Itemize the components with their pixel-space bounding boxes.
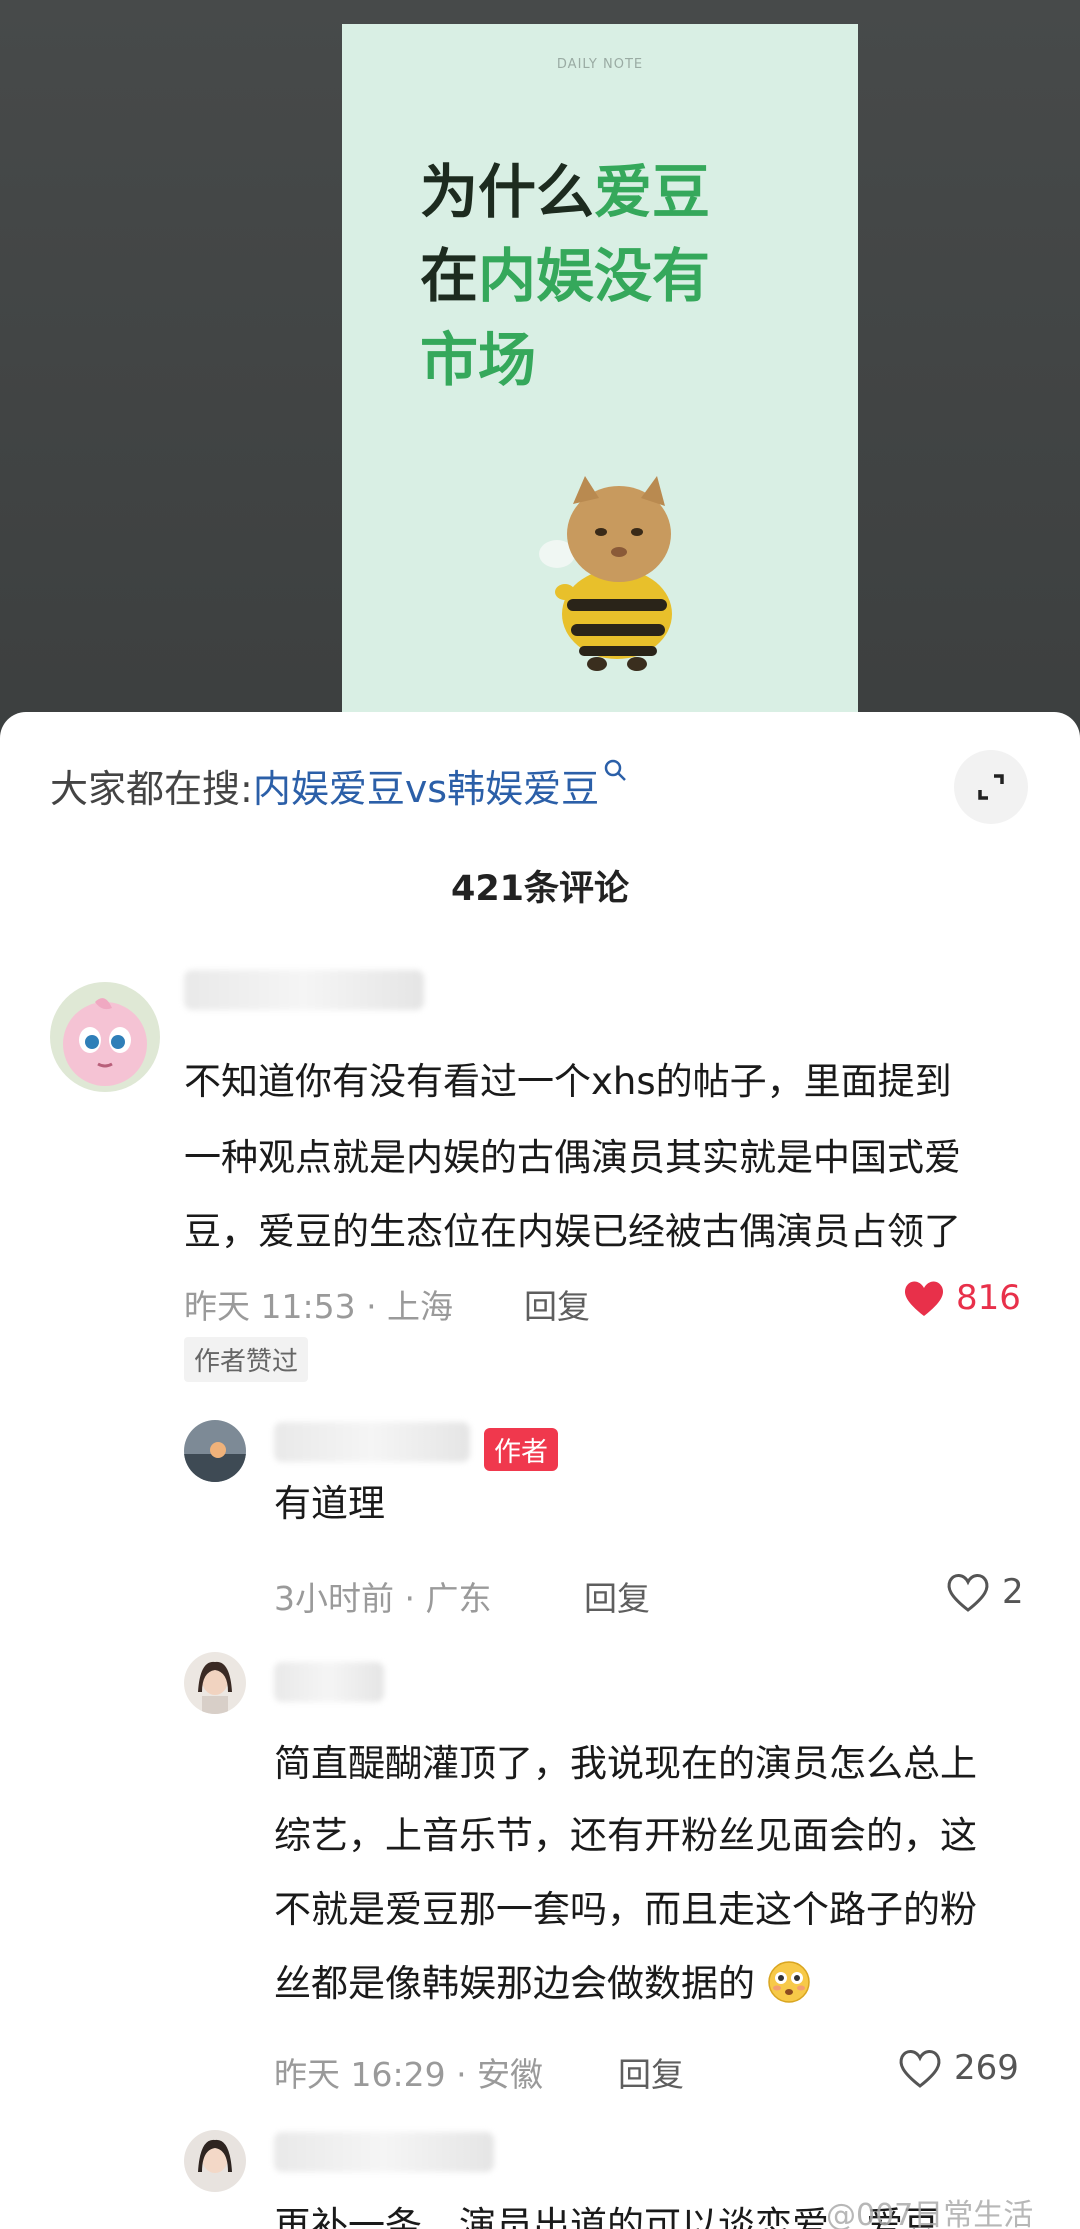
comment-text-line: 一种观点就是内娱的古偶演员其实就是中国式爱	[184, 1136, 961, 1179]
comment-text-line: 不知道你有没有看过一个xhs的帖子，里面提到	[184, 1060, 952, 1103]
like-count: 2	[1002, 1572, 1024, 1612]
avatar[interactable]	[184, 1420, 246, 1482]
avatar[interactable]	[50, 982, 160, 1092]
comments-sheet: 大家都在搜:内娱爱豆vs韩娱爱豆 421条评论 不知道你有没有看过一个xhs的帖…	[0, 712, 1080, 2229]
post-image-area: DAILY NOTE 为什么爱豆 在内娱没有 市场	[0, 0, 1080, 760]
comment-count: 421条评论	[450, 869, 630, 909]
comment-meta: 昨天 16:29 · 安徽	[274, 2055, 544, 2094]
reply-button[interactable]: 回复	[524, 1280, 590, 1328]
reply-button[interactable]: 回复	[618, 2048, 684, 2096]
like-count: 816	[956, 1278, 1021, 1318]
sunset-avatar-icon	[184, 1420, 246, 1482]
username-blurred[interactable]	[184, 970, 424, 1010]
comment-text-line: 不就是爱豆那一套吗，而且走这个路子的粉	[274, 1888, 977, 1931]
comment-text-line: 豆，爱豆的生态位在内娱已经被古偶演员占领了	[184, 1210, 961, 1253]
flushed-emoji-icon	[768, 1961, 810, 2003]
expand-icon	[978, 774, 1004, 800]
watermark: @007日常生活	[826, 2198, 1034, 2229]
like-button[interactable]: 269	[896, 2046, 1019, 2090]
note-card-image[interactable]: DAILY NOTE 为什么爱豆 在内娱没有 市场	[342, 24, 858, 724]
like-button[interactable]: 816	[902, 1278, 1021, 1318]
comment-text-line: 有道理	[274, 1482, 385, 1525]
author-badge: 作者	[484, 1428, 558, 1471]
username-blurred[interactable]	[274, 1422, 470, 1462]
username-blurred[interactable]	[274, 1662, 384, 1702]
comment-text-line: 综艺，上音乐节，还有开粉丝见面会的，这	[274, 1814, 977, 1857]
note-title: 为什么爱豆 在内娱没有 市场	[420, 158, 711, 394]
girl-avatar-icon	[184, 1652, 246, 1714]
jigglypuff-avatar-icon	[50, 982, 160, 1092]
avatar[interactable]	[184, 2130, 246, 2192]
avatar[interactable]	[184, 1652, 246, 1714]
search-suggestion[interactable]: 大家都在搜:内娱爱豆vs韩娱爱豆	[50, 758, 629, 813]
reply-button[interactable]: 回复	[584, 1572, 650, 1620]
search-icon	[604, 759, 626, 781]
like-button[interactable]: 2	[944, 1570, 1024, 1614]
note-label: DAILY NOTE	[556, 57, 644, 72]
author-liked-tag: 作者赞过	[184, 1337, 309, 1382]
search-term-link[interactable]: 内娱爱豆vs韩娱爱豆	[253, 767, 599, 811]
search-prefix: 大家都在搜:	[50, 767, 253, 811]
heart-outline-icon	[947, 1574, 989, 1612]
heart-outline-icon	[899, 2050, 941, 2088]
girl-avatar-icon	[184, 2130, 246, 2192]
comment-text-line: 丝都是像韩娱那边会做数据的	[274, 1952, 811, 2016]
like-count: 269	[954, 2048, 1019, 2088]
comment-meta: 昨天 11:53 · 上海	[184, 1287, 454, 1326]
cat-bee-sticker	[539, 476, 672, 671]
expand-button[interactable]	[954, 750, 1028, 824]
comment-text-line: 简直醍醐灌顶了，我说现在的演员怎么总上	[274, 1742, 977, 1785]
heart-filled-icon	[904, 1281, 944, 1316]
username-blurred[interactable]	[274, 2132, 494, 2172]
comment-meta: 3小时前 · 广东	[274, 1579, 492, 1618]
